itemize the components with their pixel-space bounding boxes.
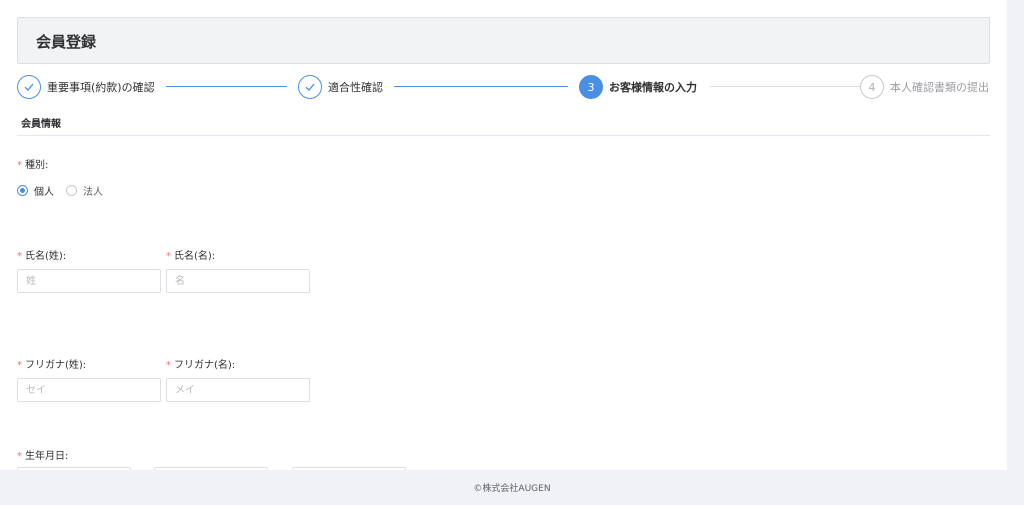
page-title: 会員登録 xyxy=(36,33,97,51)
radio-label: 法人 xyxy=(83,187,103,198)
last-name-label-text: 氏名(姓): xyxy=(25,251,67,262)
radio-label: 個人 xyxy=(34,187,54,198)
first-name-kana-label-text: フリガナ(名): xyxy=(174,360,236,371)
step-number: 3 xyxy=(579,75,603,99)
first-name-kana-input[interactable] xyxy=(166,378,310,402)
step-connector xyxy=(166,86,287,87)
check-icon xyxy=(17,75,41,99)
type-radio-group: 個人 法人 xyxy=(17,183,115,198)
last-name-kana-label: * フリガナ(姓): xyxy=(17,356,86,371)
radio-unchecked-icon[interactable] xyxy=(66,185,77,196)
type-label-text: 種別: xyxy=(25,160,49,171)
section-divider xyxy=(17,135,990,136)
required-mark: * xyxy=(166,360,171,371)
copyright-text: ©株式会社AUGEN xyxy=(473,484,551,494)
first-name-label-text: 氏名(名): xyxy=(174,251,216,262)
section-title: 会員情報 xyxy=(21,119,61,130)
required-mark: * xyxy=(17,451,22,462)
last-name-label: * 氏名(姓): xyxy=(17,247,66,262)
footer: ©株式会社AUGEN xyxy=(0,470,1024,505)
registration-page: 会員登録 重要事項(約款)の確認 適合性確認 3 お客様情報の入力 4 本人確認… xyxy=(0,0,1007,470)
step-connector xyxy=(394,86,568,87)
last-name-kana-label-text: フリガナ(姓): xyxy=(25,360,87,371)
birthdate-label: * 生年月日: xyxy=(17,447,68,462)
step-label: 本人確認書類の提出 xyxy=(890,81,989,94)
check-icon xyxy=(298,75,322,99)
step-suitability-check: 適合性確認 xyxy=(298,74,383,100)
step-number: 4 xyxy=(860,75,884,99)
radio-individual[interactable]: 個人 xyxy=(17,183,54,198)
step-label: 重要事項(約款)の確認 xyxy=(47,81,155,94)
required-mark: * xyxy=(17,251,22,262)
required-mark: * xyxy=(166,251,171,262)
step-customer-info: 3 お客様情報の入力 xyxy=(579,74,697,100)
radio-corporation[interactable]: 法人 xyxy=(66,183,103,198)
first-name-label: * 氏名(名): xyxy=(166,247,215,262)
page-header: 会員登録 xyxy=(17,17,990,64)
first-name-input[interactable] xyxy=(166,269,310,293)
page-margin xyxy=(1007,0,1024,470)
step-terms-confirmation: 重要事項(約款)の確認 xyxy=(17,74,155,100)
radio-checked-icon[interactable] xyxy=(17,185,28,196)
required-mark: * xyxy=(17,160,22,171)
step-label: お客様情報の入力 xyxy=(609,81,697,94)
progress-steps: 重要事項(約款)の確認 適合性確認 3 お客様情報の入力 4 本人確認書類の提出 xyxy=(17,74,990,100)
birthdate-label-text: 生年月日: xyxy=(25,451,69,462)
last-name-input[interactable] xyxy=(17,269,161,293)
type-label: * 種別: xyxy=(17,156,48,171)
first-name-kana-label: * フリガナ(名): xyxy=(166,356,235,371)
required-mark: * xyxy=(17,360,22,371)
step-connector xyxy=(710,86,860,87)
last-name-kana-input[interactable] xyxy=(17,378,161,402)
step-id-documents: 4 本人確認書類の提出 xyxy=(860,74,989,100)
step-label: 適合性確認 xyxy=(328,81,383,94)
